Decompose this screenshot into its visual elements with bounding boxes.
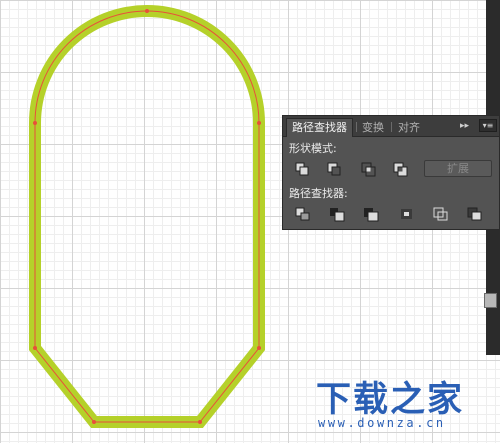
watermark-title: 下载之家 [316,380,465,420]
minus-front-icon[interactable] [325,160,345,178]
pathfinders-label: 路径查找器: [289,187,348,200]
panel-menu-icon[interactable]: ▾≡ [479,119,497,132]
tab-align[interactable]: 对齐 [393,119,425,136]
scrollbar-thumb[interactable] [484,293,497,308]
watermark-url: www.downza.cn [318,416,446,430]
tab-pathfinder[interactable]: 路径查找器 [286,118,353,137]
panel-tabbar: 路径查找器 变换 对齐 ▸▸ ▾≡ [283,116,499,137]
expand-button[interactable]: 扩展 [424,160,492,177]
selected-path[interactable] [34,10,260,423]
shape-modes-label: 形状模式: [289,142,337,155]
crop-icon[interactable] [397,205,417,223]
pathfinder-panel: 路径查找器 变换 对齐 ▸▸ ▾≡ 形状模式: 扩展 路径查找器: [282,115,500,230]
merge-icon[interactable] [361,205,381,223]
minus-back-icon[interactable] [465,205,485,223]
tab-transform[interactable]: 变换 [357,119,389,136]
divide-icon[interactable] [293,205,313,223]
outline-icon[interactable] [431,205,451,223]
trim-icon[interactable] [327,205,347,223]
exclude-icon[interactable] [391,160,411,178]
site-watermark: 下载之家 www.downza.cn [316,371,498,437]
shape-stroke[interactable] [29,5,265,428]
collapse-icon[interactable]: ▸▸ [460,120,469,132]
unite-icon[interactable] [293,160,313,178]
intersect-icon[interactable] [359,160,379,178]
anchor-points[interactable] [33,9,261,424]
